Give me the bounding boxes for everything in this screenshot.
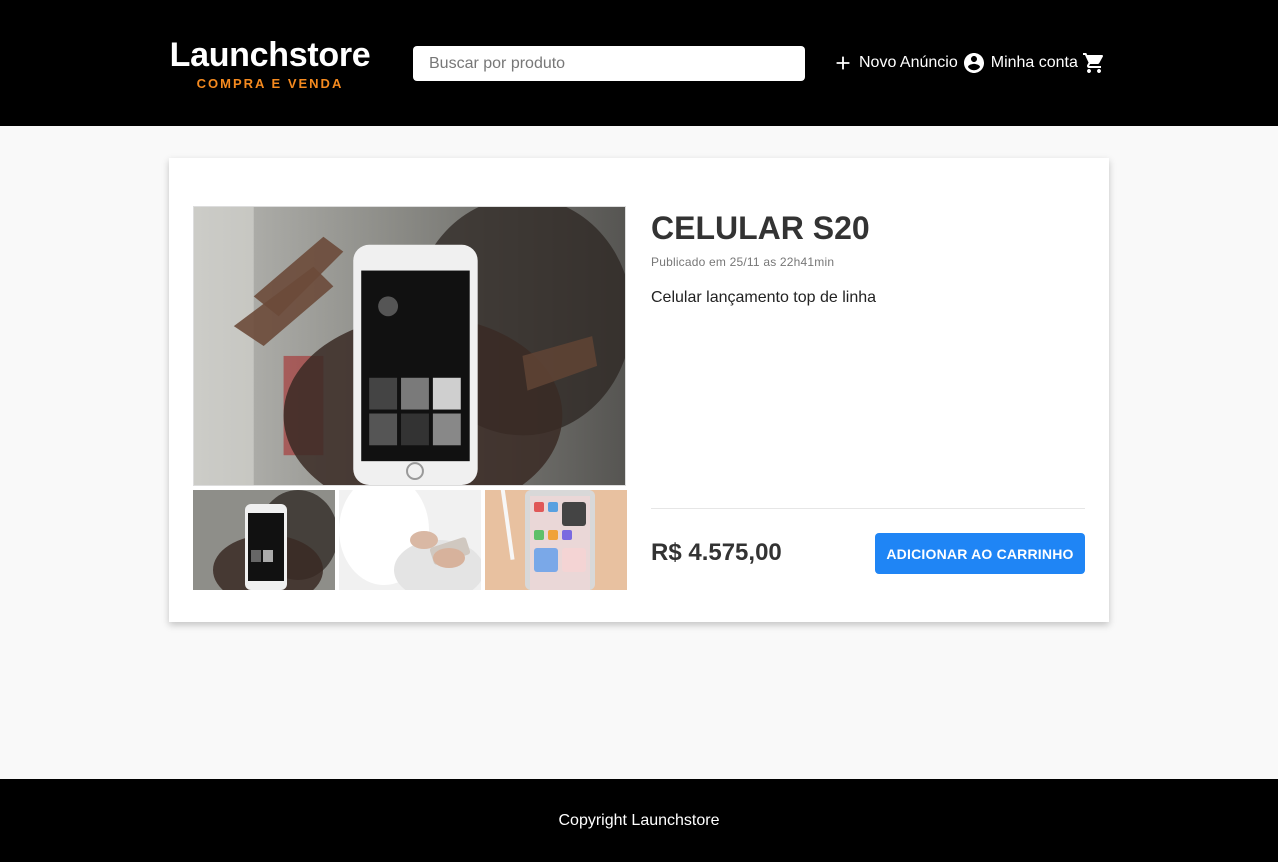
thumbnail-3[interactable]	[485, 490, 627, 590]
product-description: Celular lançamento top de linha	[651, 289, 877, 306]
thumbnail-1[interactable]	[193, 490, 335, 590]
my-account-label: Minha conta	[990, 54, 1078, 71]
header-nav: Novo Anúncio Minha conta	[832, 50, 1106, 76]
copyright-text: Copyright Launchstore	[558, 811, 720, 829]
product-info: CELULAR S20 Publicado em 25/11 as 22h41m…	[651, 206, 1085, 574]
add-to-cart-button[interactable]: ADICIONAR AO CARRINHO	[875, 533, 1085, 574]
new-ad-label: Novo Anúncio	[859, 54, 958, 71]
site-footer: Copyright Launchstore	[0, 779, 1278, 862]
account-circle-icon	[962, 51, 986, 75]
product-title: CELULAR S20	[651, 210, 870, 246]
shopping-cart-icon	[1082, 51, 1106, 75]
logo[interactable]: Launchstore COMPRA E VENDA	[169, 36, 371, 91]
product-price: R$ 4.575,00	[651, 539, 782, 566]
plus-icon	[832, 52, 854, 74]
main-product-photo	[193, 206, 626, 486]
search-input[interactable]	[413, 46, 805, 81]
cart-link[interactable]	[1082, 51, 1106, 75]
divider	[651, 508, 1085, 509]
published-date: Publicado em 25/11 as 22h41min	[651, 255, 835, 269]
thumbnail-2[interactable]	[339, 490, 481, 590]
logo-title: Launchstore	[169, 36, 371, 74]
product-card: CELULAR S20 Publicado em 25/11 as 22h41m…	[169, 158, 1109, 622]
site-header: Launchstore COMPRA E VENDA Novo Anúncio …	[0, 0, 1278, 126]
my-account-link[interactable]: Minha conta	[962, 51, 1078, 75]
logo-subtitle: COMPRA E VENDA	[196, 76, 344, 91]
new-ad-link[interactable]: Novo Anúncio	[832, 52, 958, 74]
